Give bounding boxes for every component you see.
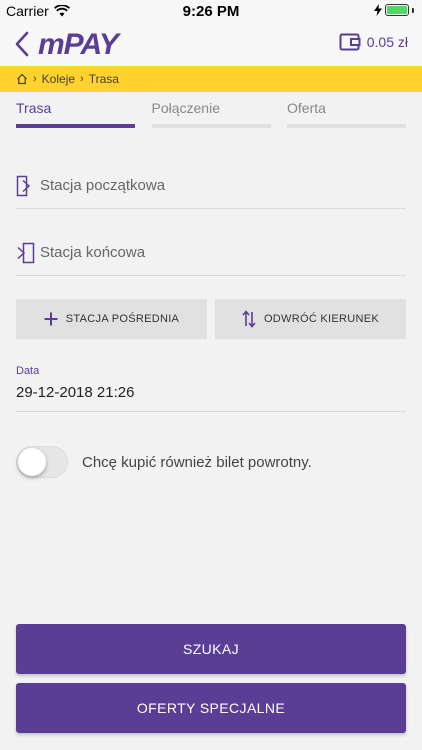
step-label: Oferta [287, 100, 326, 116]
step-indicator [287, 124, 406, 128]
step-polaczenie: Połączenie [151, 100, 271, 128]
start-station-placeholder: Stacja początkowa [40, 177, 166, 194]
special-offers-button[interactable]: OFERTY SPECJALNE [16, 683, 406, 733]
reverse-direction-button[interactable]: ODWRÓĆ KIERUNEK [215, 299, 406, 339]
step-label: Połączenie [151, 100, 221, 116]
return-ticket-toggle[interactable] [16, 446, 68, 478]
step-oferta: Oferta [287, 100, 406, 128]
breadcrumb-item-koleje[interactable]: Koleje [42, 72, 75, 86]
breadcrumb-separator-icon: › [80, 73, 84, 85]
battery-icon [374, 4, 414, 16]
add-via-station-button[interactable]: STACJA POŚREDNIA [16, 299, 207, 339]
arrival-icon [17, 242, 35, 263]
breadcrumb-item-trasa: Trasa [88, 72, 119, 86]
swap-arrows-icon [242, 310, 256, 328]
return-ticket-row: Chcę kupić również bilet powrotny. [16, 445, 406, 479]
step-progress: Trasa Połączenie Oferta [16, 100, 406, 128]
wallet-amount: 0.05 zł [366, 34, 408, 50]
wallet-balance-button[interactable]: 0.05 zł [339, 33, 408, 51]
date-label: Data [16, 365, 40, 377]
step-indicator [151, 124, 271, 128]
step-indicator [16, 124, 135, 128]
home-icon[interactable] [16, 73, 28, 85]
step-label: Trasa [16, 100, 52, 116]
start-station-field[interactable]: Stacja początkowa [16, 163, 406, 209]
clock: 9:26 PM [182, 3, 240, 20]
nav-bar: mPAY 0.05 zł [0, 22, 422, 66]
breadcrumb: › Koleje › Trasa [0, 66, 422, 92]
search-button[interactable]: SZUKAJ [16, 624, 406, 674]
charging-icon [374, 4, 382, 16]
return-ticket-label: Chcę kupić również bilet powrotny. [82, 453, 312, 471]
end-station-placeholder: Stacja końcowa [40, 244, 146, 261]
breadcrumb-separator-icon: › [33, 73, 37, 85]
reverse-direction-label: ODWRÓĆ KIERUNEK [263, 313, 380, 325]
departure-icon [16, 175, 31, 196]
end-station-field[interactable]: Stacja końcowa [16, 230, 406, 276]
wallet-icon [339, 33, 361, 51]
step-trasa: Trasa [16, 100, 135, 128]
brand-logo: mPAY [38, 28, 119, 61]
date-input[interactable]: 29-12-2018 21:26 [16, 378, 406, 412]
status-bar: Carrier 9:26 PM [0, 0, 422, 22]
add-via-station-label: STACJA POŚREDNIA [65, 313, 180, 325]
back-chevron-icon[interactable] [10, 29, 36, 59]
toggle-knob [18, 448, 46, 476]
plus-icon [44, 312, 58, 326]
